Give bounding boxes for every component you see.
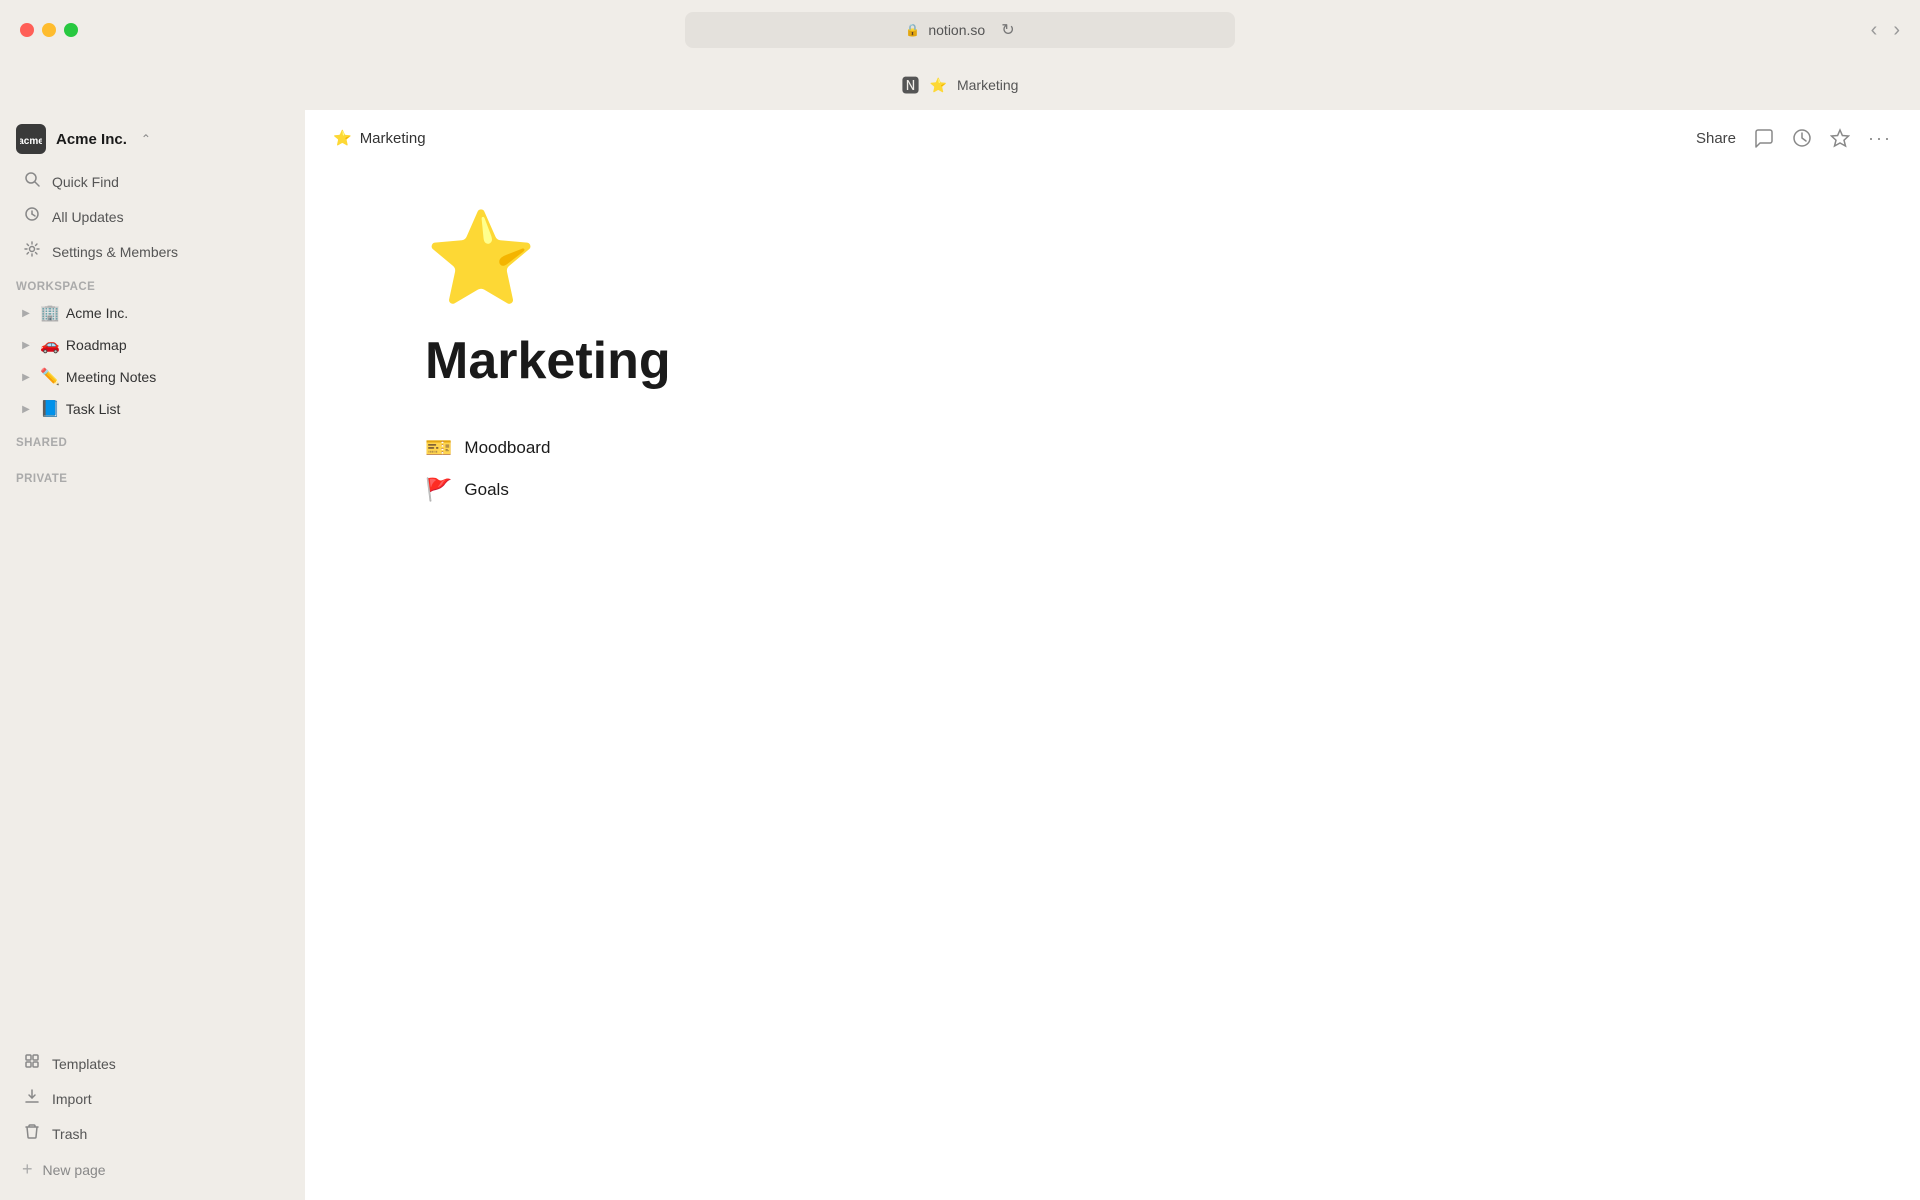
workspace-name: Acme Inc. xyxy=(56,131,127,148)
workspace-chevron-icon: ⌃ xyxy=(141,132,151,146)
content-header: ⭐ Marketing Share xyxy=(305,110,1920,166)
tree-arrow-icon: ▶ xyxy=(18,340,34,351)
back-button[interactable]: ‹ xyxy=(1871,19,1878,42)
page-title-main: Marketing xyxy=(425,331,1840,391)
all-updates-label: All Updates xyxy=(52,209,124,225)
roadmap-icon: 🚗 xyxy=(40,335,60,355)
roadmap-label: Roadmap xyxy=(66,337,127,353)
more-button[interactable]: ··· xyxy=(1868,128,1892,149)
forward-button[interactable]: › xyxy=(1893,19,1900,42)
tab-title: Marketing xyxy=(957,77,1018,93)
page-icon-large: ⭐ xyxy=(425,206,1840,311)
sidebar-item-trash[interactable]: Trash xyxy=(6,1117,299,1150)
history-button[interactable] xyxy=(1792,128,1812,148)
sidebar-item-all-updates[interactable]: All Updates xyxy=(6,200,299,233)
new-page-plus-icon: + xyxy=(22,1159,33,1180)
comment-button[interactable] xyxy=(1754,128,1774,148)
sidebar-item-meeting-notes[interactable]: ▶ ✏️ Meeting Notes xyxy=(6,362,299,392)
lock-icon: 🔒 xyxy=(905,23,920,37)
tab-bar: 🅽 ⭐ Marketing xyxy=(902,60,1019,110)
task-list-label: Task List xyxy=(66,401,120,417)
task-list-icon: 📘 xyxy=(40,399,60,419)
workspace-logo: acme xyxy=(16,124,46,154)
private-section-label: PRIVATE xyxy=(0,461,305,489)
settings-label: Settings & Members xyxy=(52,244,178,260)
clock-icon xyxy=(22,206,42,227)
goals-emoji-icon: 🚩 xyxy=(425,477,452,503)
reload-icon[interactable]: ↻ xyxy=(1001,20,1014,40)
tab-favicon: 🅽 xyxy=(902,72,920,98)
minimize-button[interactable] xyxy=(42,23,56,37)
nav-buttons: ‹ › xyxy=(1871,19,1900,42)
tab-star-icon: ⭐ xyxy=(930,77,947,94)
moodboard-emoji-icon: 🎫 xyxy=(425,435,452,461)
templates-label: Templates xyxy=(52,1056,116,1072)
moodboard-link[interactable]: Moodboard xyxy=(464,438,550,458)
sidebar-item-templates[interactable]: Templates xyxy=(6,1047,299,1080)
window-buttons xyxy=(20,23,78,37)
page-header-title: Marketing xyxy=(360,130,426,147)
tree-arrow-icon: ▶ xyxy=(18,404,34,415)
content-area: ⭐ Marketing Share xyxy=(305,110,1920,1200)
shared-section-label: SHARED xyxy=(0,425,305,453)
sidebar-item-task-list[interactable]: ▶ 📘 Task List xyxy=(6,394,299,424)
meeting-notes-label: Meeting Notes xyxy=(66,369,156,385)
sidebar-item-quick-find[interactable]: Quick Find xyxy=(6,165,299,198)
search-icon xyxy=(22,171,42,192)
page-header-icon: ⭐ xyxy=(333,129,352,147)
sidebar: acme Acme Inc. ⌃ Quick Find xyxy=(0,110,305,1200)
url-text: notion.so xyxy=(928,22,985,38)
acme-inc-icon: 🏢 xyxy=(40,303,60,323)
quick-find-label: Quick Find xyxy=(52,174,119,190)
titlebar: 🔒 notion.so ↻ ‹ › 🅽 ⭐ Marketing xyxy=(0,0,1920,110)
new-page-label: New page xyxy=(43,1162,106,1178)
favorite-button[interactable] xyxy=(1830,128,1850,148)
header-actions: Share ··· xyxy=(1696,128,1892,149)
share-button[interactable]: Share xyxy=(1696,130,1736,147)
sidebar-item-roadmap[interactable]: ▶ 🚗 Roadmap xyxy=(6,330,299,360)
trash-label: Trash xyxy=(52,1126,87,1142)
meeting-notes-icon: ✏️ xyxy=(40,367,60,387)
close-button[interactable] xyxy=(20,23,34,37)
titlebar-top: 🔒 notion.so ↻ ‹ › xyxy=(0,0,1920,60)
page-breadcrumb: ⭐ Marketing xyxy=(333,129,1686,147)
templates-icon xyxy=(22,1053,42,1074)
address-bar[interactable]: 🔒 notion.so ↻ xyxy=(685,12,1235,48)
sidebar-item-settings[interactable]: Settings & Members xyxy=(6,235,299,268)
svg-text:acme: acme xyxy=(20,136,42,147)
link-item-goals[interactable]: 🚩 Goals xyxy=(425,473,1840,507)
content-body: ⭐ Marketing 🎫 Moodboard 🚩 Goals xyxy=(305,166,1920,1200)
settings-icon xyxy=(22,241,42,262)
goals-link[interactable]: Goals xyxy=(464,480,508,500)
sidebar-item-acme-inc[interactable]: ▶ 🏢 Acme Inc. xyxy=(6,298,299,328)
workspace-section-label: WORKSPACE xyxy=(0,269,305,297)
new-page-button[interactable]: + New page xyxy=(6,1151,299,1188)
sidebar-item-import[interactable]: Import xyxy=(6,1082,299,1115)
import-icon xyxy=(22,1088,42,1109)
acme-inc-label: Acme Inc. xyxy=(66,305,128,321)
workspace-header[interactable]: acme Acme Inc. ⌃ xyxy=(0,110,305,164)
maximize-button[interactable] xyxy=(64,23,78,37)
main-layout: acme Acme Inc. ⌃ Quick Find xyxy=(0,110,1920,1200)
tree-arrow-icon: ▶ xyxy=(18,372,34,383)
link-item-moodboard[interactable]: 🎫 Moodboard xyxy=(425,431,1840,465)
import-label: Import xyxy=(52,1091,92,1107)
trash-icon xyxy=(22,1123,42,1144)
tree-arrow-icon: ▶ xyxy=(18,308,34,319)
